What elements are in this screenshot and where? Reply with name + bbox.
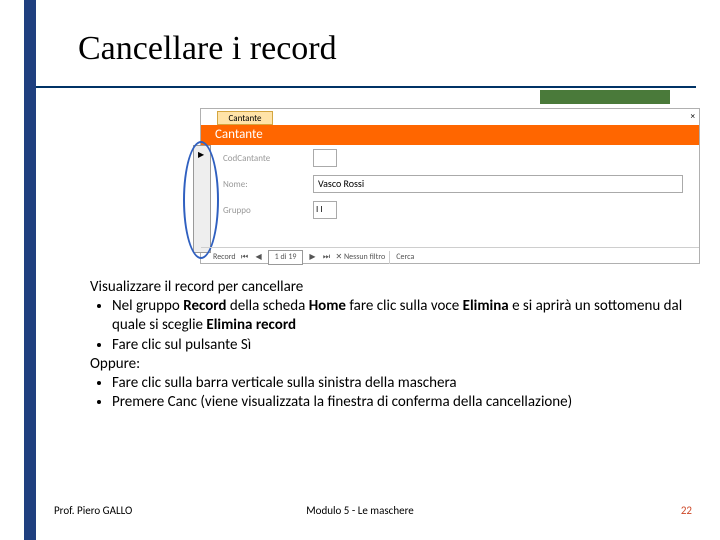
nav-prev-icon[interactable]: ◀	[254, 251, 264, 264]
record-selector-arrow-icon: ▶	[198, 150, 204, 160]
left-accent-bar	[24, 0, 36, 540]
b1-bold3: Elimina	[463, 297, 509, 315]
field-cod[interactable]	[313, 149, 337, 167]
nav-record-label: Record	[213, 251, 236, 264]
form-title-bar: Cantante	[201, 125, 699, 145]
field-label-nome: Nome:	[223, 179, 248, 190]
accent-box	[540, 90, 670, 104]
title-divider	[36, 86, 696, 88]
b1-bold4: Elimina record	[206, 316, 296, 334]
b1-bold2: Home	[309, 297, 346, 315]
field-nome[interactable]: Vasco Rossi	[313, 175, 683, 193]
footer-center: Modulo 5 - Le maschere	[0, 504, 720, 517]
field-gruppo[interactable]: I I	[313, 201, 337, 219]
form-body: CodCantante Nome: Vasco Rossi Gruppo I I	[213, 149, 691, 249]
nav-last-icon[interactable]: ⏭	[321, 251, 331, 264]
b1-mid1: della scheda	[226, 297, 308, 315]
bullet-4: Premere Canc (viene visualizzata la fine…	[112, 393, 685, 412]
field-label-gruppo: Gruppo	[223, 205, 251, 216]
nav-separator	[201, 247, 699, 248]
nav-position[interactable]: 1 di 19	[268, 250, 304, 265]
record-selector-bar[interactable]: ▶	[193, 145, 211, 253]
body-text: Visualizzare il record per cancellare Ne…	[90, 278, 685, 412]
b1-bold1: Record	[183, 297, 226, 315]
close-icon[interactable]: ×	[691, 111, 695, 122]
intro-line: Visualizzare il record per cancellare	[90, 278, 685, 297]
form-screenshot: Cantante × Cantante ▶ CodCantante Nome: …	[200, 108, 700, 264]
field-label-cod: CodCantante	[223, 153, 270, 164]
b1-mid2: fare clic sulla voce	[346, 297, 463, 315]
bullet-2: Fare clic sul pulsante Sì	[112, 336, 685, 355]
nav-first-icon[interactable]: ⏮	[240, 251, 250, 264]
nav-next-icon[interactable]: ▶	[307, 251, 317, 264]
bullet-1: Nel gruppo Record della scheda Home fare…	[112, 297, 685, 335]
form-tab[interactable]: Cantante	[217, 111, 273, 125]
nav-filter[interactable]: ✕ Nessun filtro	[335, 251, 385, 264]
record-nav: Record ⏮ ◀ 1 di 19 ▶ ⏭ ✕ Nessun filtro C…	[201, 251, 699, 264]
bullet-3: Fare clic sulla barra verticale sulla si…	[112, 374, 685, 393]
footer: Prof. Piero GALLO Modulo 5 - Le maschere…	[0, 504, 720, 524]
footer-page-number: 22	[681, 504, 692, 517]
slide-title: Cancellare i record	[78, 30, 337, 68]
b1-pre: Nel gruppo	[112, 297, 183, 315]
oppure-line: Oppure:	[90, 355, 685, 374]
nav-search-label[interactable]: Cerca	[389, 251, 414, 264]
